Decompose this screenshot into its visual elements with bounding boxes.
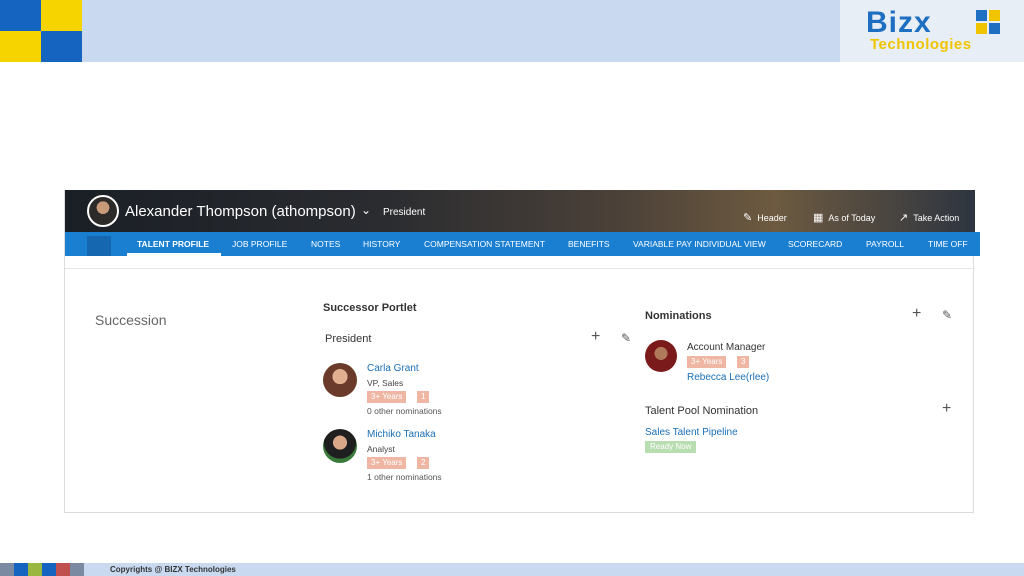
list-item: Carla Grant VP, Sales 3+ Years 1 0 other… <box>323 363 583 423</box>
as-of-today-button[interactable]: ▦ As of Today <box>813 211 875 224</box>
pencil-icon: ✎ <box>743 212 753 224</box>
tab-bar: TALENT PROFILE JOB PROFILE NOTES HISTORY… <box>65 232 980 256</box>
add-nomination-icon[interactable]: + <box>912 305 921 323</box>
years-badge: 3+ Years <box>367 391 407 403</box>
tab-time-off[interactable]: TIME OFF <box>928 239 968 249</box>
tab-benefits[interactable]: BENEFITS <box>568 239 610 249</box>
talent-pool-link[interactable]: Sales Talent Pipeline <box>645 427 738 438</box>
take-action-button[interactable]: ↗ Take Action <box>899 211 959 224</box>
chevron-down-icon[interactable]: ⌄ <box>361 203 371 217</box>
header-button[interactable]: ✎ Header <box>743 211 787 224</box>
other-nominations: 1 other nominations <box>367 472 442 482</box>
logo-squares-icon <box>976 10 1000 34</box>
share-icon: ↗ <box>899 212 909 224</box>
edit-nomination-icon[interactable]: ✎ <box>942 308 952 322</box>
candidate-name[interactable]: Michiko Tanaka <box>367 429 436 440</box>
add-successor-icon[interactable]: + <box>591 328 600 346</box>
divider <box>65 268 975 269</box>
rank-badge: 2 <box>417 457 430 469</box>
section-title: Succession <box>95 312 167 328</box>
copyright-text: Copyrights @ BIZX Technologies <box>110 565 236 574</box>
years-badge: 3+ Years <box>367 457 407 469</box>
nominations-title: Nominations <box>645 310 712 322</box>
portlet-title: Successor Portlet <box>323 302 417 314</box>
profile-title: President <box>383 207 426 218</box>
talent-pool-title: Talent Pool Nomination <box>645 405 759 417</box>
tab-compensation-statement[interactable]: COMPENSATION STATEMENT <box>424 239 545 249</box>
edit-successor-icon[interactable]: ✎ <box>621 331 631 345</box>
ready-status-badge: Ready Now <box>645 441 697 453</box>
add-pool-icon[interactable]: + <box>942 400 951 418</box>
tab-payroll[interactable]: PAYROLL <box>866 239 904 249</box>
logo-word: Bizx <box>866 6 932 39</box>
slide-header-band: Bizx Technologies <box>0 0 1024 62</box>
candidate-role: Analyst <box>367 444 395 454</box>
candidate-role: VP, Sales <box>367 378 404 388</box>
slide-footer: Copyrights @ BIZX Technologies <box>0 563 1024 576</box>
nomination-role: Account Manager <box>687 342 766 353</box>
avatar[interactable] <box>87 195 119 227</box>
tab-job-profile[interactable]: JOB PROFILE <box>232 239 287 249</box>
list-item: Michiko Tanaka Analyst 3+ Years 2 1 othe… <box>323 429 583 489</box>
rank-badge: 3 <box>737 356 750 368</box>
avatar[interactable] <box>645 340 677 372</box>
tab-history[interactable]: HISTORY <box>363 239 400 249</box>
avatar[interactable] <box>323 363 357 397</box>
logo-subtitle: Technologies <box>870 36 972 53</box>
avatar[interactable] <box>323 429 357 463</box>
rank-badge: 1 <box>417 391 430 403</box>
candidate-name[interactable]: Carla Grant <box>367 363 419 374</box>
successor-role: President <box>325 333 372 345</box>
tab-scorecard[interactable]: SCORECARD <box>788 239 842 249</box>
app-screenshot: Alexander Thompson (athompson) ⌄ Preside… <box>64 190 980 513</box>
years-badge: 3+ Years <box>687 356 727 368</box>
profile-header: Alexander Thompson (athompson) ⌄ Preside… <box>65 190 975 232</box>
tab-scroll-left[interactable] <box>87 236 111 256</box>
company-logo: Bizx Technologies <box>840 0 1024 62</box>
tab-talent-profile[interactable]: TALENT PROFILE <box>127 232 221 256</box>
slide: Bizx Technologies Alexander Thompson (at… <box>0 0 1024 576</box>
tab-variable-pay[interactable]: VARIABLE PAY INDIVIDUAL VIEW <box>633 239 766 249</box>
footer-color-blocks <box>0 563 84 576</box>
profile-name[interactable]: Alexander Thompson (athompson) <box>125 203 356 220</box>
calendar-icon: ▦ <box>813 212 824 224</box>
decorative-squares <box>0 0 82 62</box>
tab-notes[interactable]: NOTES <box>311 239 340 249</box>
nominee-name[interactable]: Rebecca Lee(rlee) <box>687 372 769 383</box>
other-nominations: 0 other nominations <box>367 406 442 416</box>
